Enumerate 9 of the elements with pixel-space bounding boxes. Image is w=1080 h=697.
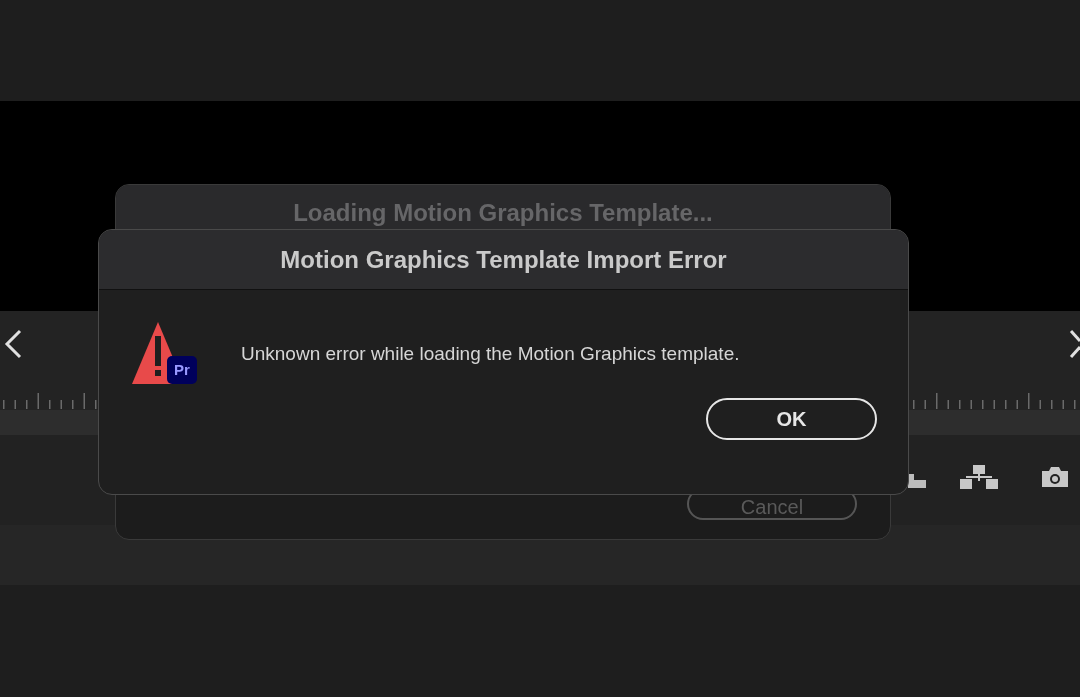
chevron-left-icon[interactable] [3,329,23,359]
app-badge: Pr [167,356,197,384]
error-message: Unknown error while loading the Motion Graphics template. [241,342,740,366]
node-tree-icon[interactable] [958,463,1000,491]
camera-icon[interactable] [1040,466,1070,488]
dialog-title: Loading Motion Graphics Template... [293,199,713,228]
chevron-right-icon[interactable] [1068,329,1080,359]
ok-button[interactable]: OK [706,398,877,440]
dialog-title: Motion Graphics Template Import Error [280,244,727,275]
